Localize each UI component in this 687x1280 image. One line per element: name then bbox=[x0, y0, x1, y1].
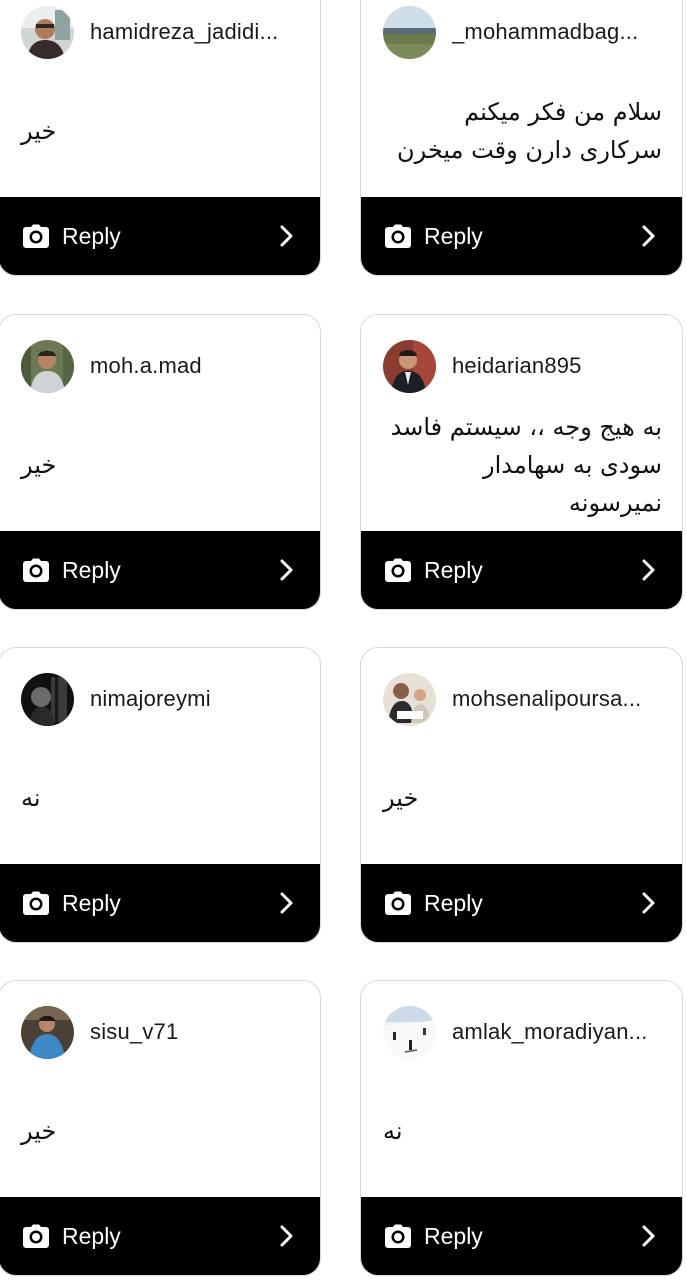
chevron-right-icon bbox=[642, 1225, 656, 1247]
reply-label: Reply bbox=[424, 222, 483, 249]
camera-icon bbox=[23, 558, 49, 582]
comment-text: نه bbox=[21, 784, 41, 812]
reply-label: Reply bbox=[424, 1222, 483, 1249]
username[interactable]: moh.a.mad bbox=[90, 353, 202, 379]
chevron-right-icon bbox=[280, 559, 294, 581]
reply-label: Reply bbox=[62, 889, 121, 916]
comment-card: moh.a.mad خیر Reply bbox=[0, 314, 321, 610]
avatar[interactable] bbox=[21, 339, 74, 393]
reply-button[interactable]: Reply bbox=[0, 1197, 320, 1275]
card-header: amlak_moradiyan... bbox=[383, 1005, 660, 1059]
reply-label: Reply bbox=[424, 889, 483, 916]
comment-text: سلام من فکر میکنم سرکاری دارن وقت میخرن bbox=[396, 98, 662, 164]
comment-text: خیر bbox=[383, 784, 419, 812]
avatar[interactable] bbox=[21, 5, 74, 59]
comment-text: خیر bbox=[21, 117, 57, 145]
avatar[interactable] bbox=[383, 5, 436, 59]
reply-button[interactable]: Reply bbox=[361, 864, 682, 942]
comment-card: amlak_moradiyan... نه Reply bbox=[360, 980, 683, 1276]
comment-card: sisu_v71 خیر Reply bbox=[0, 980, 321, 1276]
reply-button[interactable]: Reply bbox=[0, 864, 320, 942]
comment-text: خیر bbox=[21, 1117, 57, 1145]
comment-card: hamidreza_jadidi... خیر Reply bbox=[0, 0, 321, 276]
avatar[interactable] bbox=[21, 672, 74, 726]
username[interactable]: sisu_v71 bbox=[90, 1019, 178, 1045]
avatar[interactable] bbox=[21, 1005, 74, 1059]
comment-text: به هیج وجه ،، سیستم فاسد سودی به سهامدار… bbox=[390, 413, 662, 517]
chevron-right-icon bbox=[280, 225, 294, 247]
username[interactable]: _mohammadbag... bbox=[452, 19, 638, 45]
avatar[interactable] bbox=[383, 672, 436, 726]
chevron-right-icon bbox=[642, 225, 656, 247]
username[interactable]: amlak_moradiyan... bbox=[452, 1019, 648, 1045]
chevron-right-icon bbox=[280, 1225, 294, 1247]
avatar[interactable] bbox=[383, 1005, 436, 1059]
card-header: hamidreza_jadidi... bbox=[21, 5, 298, 59]
card-header: moh.a.mad bbox=[21, 339, 298, 393]
card-header: mohsenalipoursa... bbox=[383, 672, 660, 726]
reply-label: Reply bbox=[62, 556, 121, 583]
camera-icon bbox=[23, 891, 49, 915]
camera-icon bbox=[385, 224, 411, 248]
comment-text: خیر bbox=[21, 451, 57, 479]
camera-icon bbox=[385, 558, 411, 582]
username[interactable]: nimajoreymi bbox=[90, 686, 211, 712]
camera-icon bbox=[385, 1224, 411, 1248]
camera-icon bbox=[23, 224, 49, 248]
reply-button[interactable]: Reply bbox=[0, 197, 320, 275]
reply-button[interactable]: Reply bbox=[361, 197, 682, 275]
camera-icon bbox=[385, 891, 411, 915]
username[interactable]: heidarian895 bbox=[452, 353, 582, 379]
reply-button[interactable]: Reply bbox=[361, 1197, 682, 1275]
chevron-right-icon bbox=[642, 892, 656, 914]
reply-button[interactable]: Reply bbox=[0, 531, 320, 609]
comment-text: نه bbox=[383, 1117, 403, 1145]
card-header: sisu_v71 bbox=[21, 1005, 298, 1059]
card-header: _mohammadbag... bbox=[383, 5, 660, 59]
card-header: heidarian895 bbox=[383, 339, 660, 393]
reply-button[interactable]: Reply bbox=[361, 531, 682, 609]
avatar[interactable] bbox=[383, 339, 436, 393]
comment-card: heidarian895 به هیج وجه ،، سیستم فاسد سو… bbox=[360, 314, 683, 610]
comment-card: _mohammadbag... سلام من فکر میکنم سرکاری… bbox=[360, 0, 683, 276]
reply-label: Reply bbox=[424, 556, 483, 583]
username[interactable]: hamidreza_jadidi... bbox=[90, 19, 278, 45]
reply-cards-grid: hamidreza_jadidi... خیر Reply _mohammadb… bbox=[0, 0, 687, 1280]
chevron-right-icon bbox=[280, 892, 294, 914]
camera-icon bbox=[23, 1224, 49, 1248]
comment-card: mohsenalipoursa... خیر Reply bbox=[360, 647, 683, 943]
card-header: nimajoreymi bbox=[21, 672, 298, 726]
username[interactable]: mohsenalipoursa... bbox=[452, 686, 641, 712]
chevron-right-icon bbox=[642, 559, 656, 581]
reply-label: Reply bbox=[62, 222, 121, 249]
reply-label: Reply bbox=[62, 1222, 121, 1249]
comment-card: nimajoreymi نه Reply bbox=[0, 647, 321, 943]
